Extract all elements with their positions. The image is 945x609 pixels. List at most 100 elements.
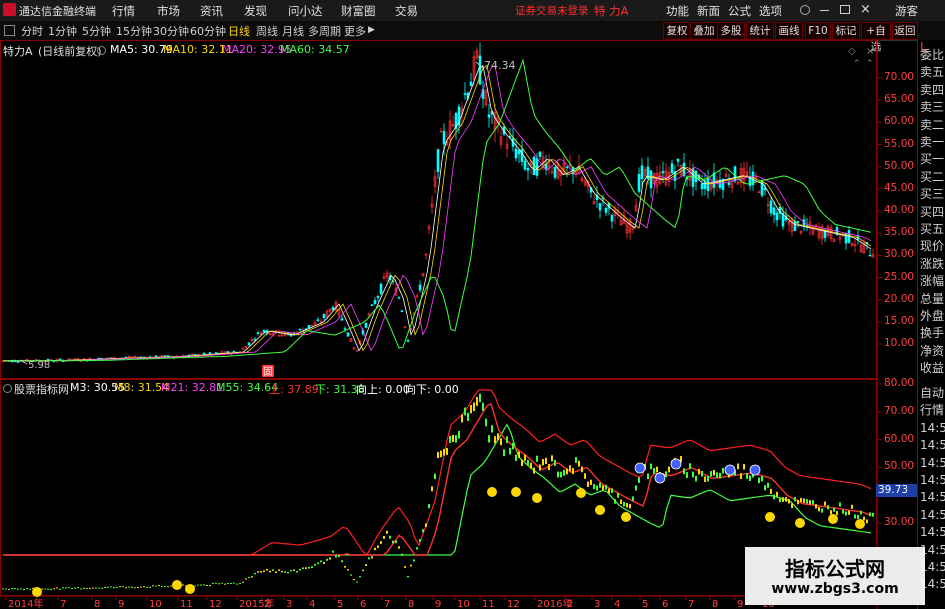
indicator-bar: [596, 485, 598, 491]
maximize-icon[interactable]: [840, 5, 850, 14]
tab-60min[interactable]: 60分钟: [190, 23, 226, 39]
sidebar-item[interactable]: 换手: [920, 326, 945, 340]
tab-multi-period[interactable]: 多周期: [308, 23, 341, 39]
add-watchlist-button[interactable]: +自选: [861, 22, 891, 53]
sidebar-item[interactable]: 卖二: [920, 118, 945, 132]
smile-signal-icon: [855, 519, 865, 529]
sidebar-item[interactable]: 卖三: [920, 100, 945, 114]
toggle-panel-icon[interactable]: [4, 25, 15, 36]
panel-expand-icon[interactable]: ⌃: [853, 59, 861, 69]
indicator-bar: [464, 407, 466, 416]
indicator-bar: [776, 491, 778, 497]
close-icon[interactable]: ×: [860, 2, 871, 17]
sidebar-item[interactable]: 总量: [920, 292, 945, 306]
sidebar-sub-item[interactable]: 14:5: [920, 490, 945, 504]
sidebar-item[interactable]: 卖五: [920, 65, 945, 79]
sidebar-item[interactable]: 涨跌: [920, 257, 945, 271]
indicator-bar: [227, 583, 229, 585]
overlay-button[interactable]: 叠加: [690, 22, 718, 40]
ma10-line: [3, 64, 872, 362]
indicator-bar: [506, 436, 508, 444]
login-status[interactable]: 证券交易未登录: [515, 3, 589, 18]
sidebar-sub-item[interactable]: 14:5: [920, 438, 945, 452]
indicator-bar: [785, 497, 787, 502]
multi-stock-button[interactable]: 多股: [717, 22, 745, 40]
x-tick-label: 4: [309, 599, 315, 609]
tab-monthly[interactable]: 月线: [282, 23, 304, 39]
smile-signal-icon: [828, 514, 838, 524]
panel-collapse-icon[interactable]: ⌃: [866, 59, 874, 69]
sidebar-sub-item[interactable]: 14:5: [920, 508, 945, 522]
sidebar-item[interactable]: 外盘: [920, 309, 945, 323]
sidebar-item[interactable]: 现价: [920, 239, 945, 253]
sub-indicator-name: 股票指标网: [14, 383, 69, 396]
tab-15min[interactable]: 15分钟: [116, 23, 152, 39]
menu-options[interactable]: 选项: [759, 3, 782, 19]
sidebar-item[interactable]: 买五: [920, 222, 945, 236]
tab-daily[interactable]: 日线: [228, 23, 250, 39]
menu-xiaoda[interactable]: 问小达: [288, 3, 323, 19]
menu-quotes[interactable]: 行情: [112, 3, 135, 19]
sub-settings-icon[interactable]: [3, 384, 12, 393]
menu-formula[interactable]: 公式: [728, 3, 751, 19]
user-guest[interactable]: 游客: [895, 3, 918, 19]
back-button[interactable]: 返回: [892, 22, 918, 40]
sidebar-item[interactable]: 净资: [920, 344, 945, 358]
tab-5min[interactable]: 5分钟: [82, 23, 111, 39]
mark-button[interactable]: 标记: [832, 22, 860, 40]
draw-button[interactable]: 画线: [775, 22, 803, 40]
sidebar-item[interactable]: 买一: [920, 152, 945, 166]
indicator-bar: [155, 585, 157, 587]
sidebar-item[interactable]: 涨幅: [920, 274, 945, 288]
sidebar-item[interactable]: 卖一: [920, 135, 945, 149]
sub-signal-markers: [32, 458, 865, 597]
panel-settings-icon[interactable]: ◇: [848, 46, 856, 57]
indicator-bar: [665, 471, 667, 478]
indicator-bar: [740, 473, 742, 480]
menu-wealth[interactable]: 财富圈: [341, 3, 376, 19]
candle-body: [397, 297, 401, 299]
menu-discover[interactable]: 发现: [244, 3, 267, 19]
indicator-bar: [317, 562, 319, 565]
tab-1min[interactable]: 1分钟: [48, 23, 77, 39]
menu-market[interactable]: 市场: [157, 3, 180, 19]
adjust-button[interactable]: 复权: [663, 22, 691, 40]
price-tick-label: 20.00: [884, 292, 915, 305]
sidebar-sub-item[interactable]: 自动: [920, 386, 945, 400]
indicator-bar: [569, 465, 571, 472]
kline-chart-area[interactable]: 2014年 7 8 9 10 11 12 2015年2 3 4 5 6 7 8 9 10 11 12 2016年2 3…: [0, 40, 917, 609]
tab-weekly[interactable]: 周线: [256, 23, 278, 39]
f10-button[interactable]: F10: [805, 22, 831, 40]
sidebar-item[interactable]: 买四: [920, 205, 945, 219]
menu-new-page[interactable]: 新面: [697, 3, 720, 19]
panel-close-icon[interactable]: ×: [866, 46, 874, 57]
menu-news[interactable]: 资讯: [200, 3, 223, 19]
indicator-bar: [470, 404, 472, 414]
tab-more[interactable]: 更多: [344, 23, 366, 39]
more-dropdown-icon[interactable]: ▶: [368, 25, 375, 35]
sidebar-item[interactable]: 买三: [920, 187, 945, 201]
sidebar-sub-item[interactable]: 14:5: [920, 525, 945, 539]
sidebar-sub-item[interactable]: 14:5: [920, 473, 945, 487]
candle-body: [772, 207, 776, 216]
sidebar-item[interactable]: 卖四: [920, 83, 945, 97]
indicator-bar: [386, 530, 388, 534]
title-bar: 通达信金融终端 行情 市场 资讯 发现 问小达 财富圈 交易 证券交易未登录 特…: [0, 0, 945, 22]
sidebar-sub-item[interactable]: 14:5: [920, 421, 945, 435]
sidebar-item[interactable]: 买二: [920, 170, 945, 184]
indicator-bar: [311, 566, 313, 569]
tab-timeshare[interactable]: 分时: [21, 23, 43, 39]
sidebar-sub-item[interactable]: 14:5: [920, 456, 945, 470]
tab-30min[interactable]: 30分钟: [153, 23, 189, 39]
menu-function[interactable]: 功能: [666, 3, 689, 19]
indicator-settings-icon[interactable]: [97, 46, 106, 55]
stats-button[interactable]: 统计: [746, 22, 774, 40]
candle-body: [307, 325, 311, 329]
sidebar-sub-item[interactable]: 行情: [920, 403, 945, 417]
minimize-icon[interactable]: [820, 10, 829, 11]
indicator-bar: [620, 499, 622, 505]
menu-trade[interactable]: 交易: [395, 3, 418, 19]
sidebar-item[interactable]: 委比: [920, 48, 945, 62]
help-icon[interactable]: [800, 5, 810, 15]
sidebar-item[interactable]: 收益: [920, 361, 945, 375]
